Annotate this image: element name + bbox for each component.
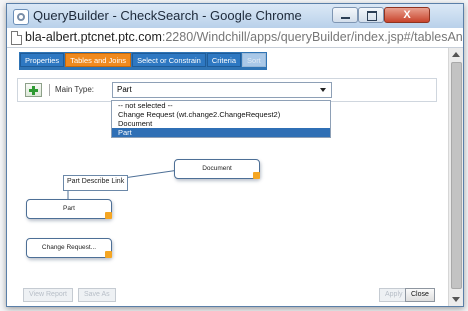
scroll-thumb[interactable] <box>451 62 462 289</box>
close-window-button[interactable]: X <box>384 7 430 23</box>
node-change-request-label: Change Request... <box>41 244 97 251</box>
option-part[interactable]: Part <box>112 128 330 137</box>
join-link-label[interactable]: Part Describe Link <box>63 175 129 191</box>
page-icon <box>11 31 22 45</box>
scroll-down-arrow-icon[interactable] <box>452 297 460 302</box>
main-type-dropdown-list: -- not selected -- Change Request (wt.ch… <box>111 100 331 138</box>
scroll-up-arrow-icon[interactable] <box>452 52 460 57</box>
node-part-label: Part <box>63 205 75 212</box>
node-document-handle[interactable] <box>253 172 260 179</box>
option-document[interactable]: Document <box>112 119 330 128</box>
minimize-button[interactable] <box>332 7 358 23</box>
node-part[interactable]: Part <box>26 199 112 219</box>
option-not-selected[interactable]: -- not selected -- <box>112 101 330 110</box>
window-title: QueryBuilder - CheckSearch - Google Chro… <box>33 8 302 23</box>
title-bar: QueryBuilder - CheckSearch - Google Chro… <box>7 4 463 29</box>
node-part-handle[interactable] <box>105 212 112 219</box>
vertical-scrollbar[interactable] <box>448 48 463 306</box>
node-document-label: Document <box>202 165 232 172</box>
url-host: bla-albert.ptcnet.ptc.com <box>25 30 162 44</box>
node-change-request-handle[interactable] <box>105 251 112 258</box>
url-text[interactable]: bla-albert.ptcnet.ptc.com:2280/Windchill… <box>25 30 464 44</box>
maximize-button[interactable] <box>358 7 384 23</box>
query-builder-content: Properties Tables and Joins Select or Co… <box>7 48 463 306</box>
node-document[interactable]: Document <box>174 159 260 179</box>
option-change-request[interactable]: Change Request (wt.change2.ChangeRequest… <box>112 110 330 119</box>
browser-window: QueryBuilder - CheckSearch - Google Chro… <box>6 3 464 307</box>
url-path: :2280/Windchill/apps/queryBuilder/index.… <box>161 30 464 44</box>
address-bar[interactable]: bla-albert.ptcnet.ptc.com:2280/Windchill… <box>7 28 463 48</box>
chrome-app-icon <box>13 9 29 25</box>
node-change-request[interactable]: Change Request... <box>26 238 112 258</box>
